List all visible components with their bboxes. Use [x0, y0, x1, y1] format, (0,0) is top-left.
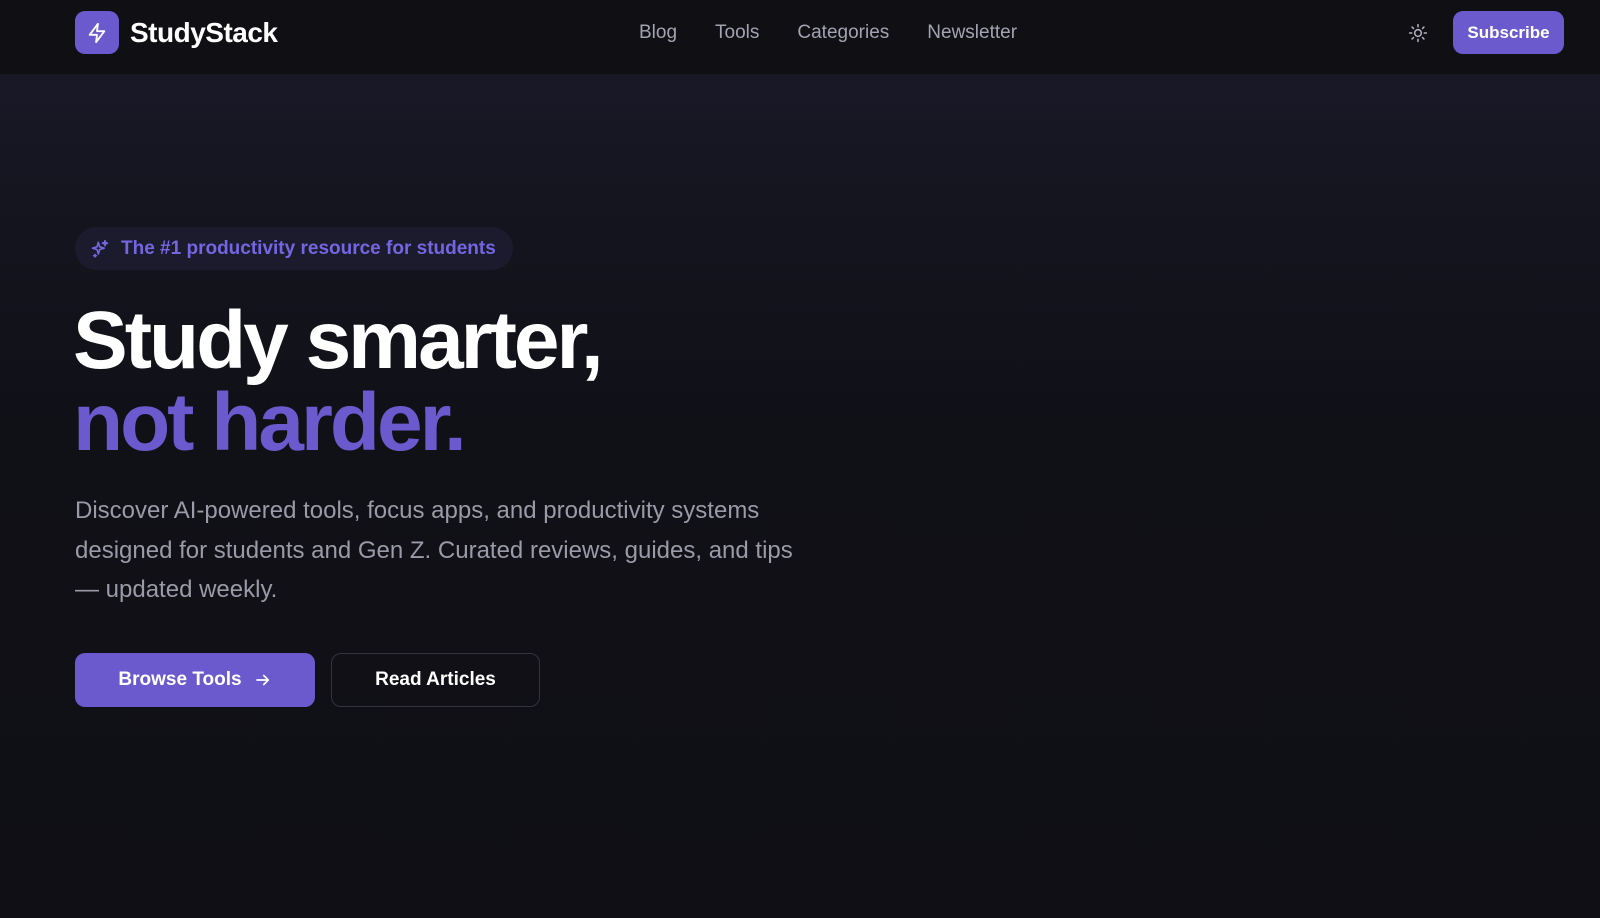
hero-badge: The #1 productivity resource for student…: [75, 227, 513, 270]
subscribe-button[interactable]: Subscribe: [1453, 11, 1564, 54]
nav-link-blog[interactable]: Blog: [639, 20, 677, 45]
hero-headline-line2: not harder.: [73, 377, 467, 468]
site-header: StudyStack Blog Tools Categories Newslet…: [0, 0, 1600, 75]
sun-icon[interactable]: [1405, 20, 1431, 46]
nav-link-categories[interactable]: Categories: [797, 20, 889, 45]
browse-tools-button[interactable]: Browse Tools: [75, 653, 315, 707]
nav-link-newsletter[interactable]: Newsletter: [927, 20, 1017, 45]
lightning-bolt-icon: [75, 11, 119, 54]
brand-name: StudyStack: [130, 16, 278, 48]
hero-headline-line1: Study smarter,: [73, 295, 604, 386]
nav-link-tools[interactable]: Tools: [715, 20, 759, 45]
page: StudyStack Blog Tools Categories Newslet…: [0, 0, 1600, 918]
main-nav: Blog Tools Categories Newsletter: [639, 20, 1017, 45]
read-articles-button[interactable]: Read Articles: [331, 653, 540, 707]
hero-badge-text: The #1 productivity resource for student…: [121, 237, 496, 259]
hero-description: Discover AI-powered tools, focus apps, a…: [75, 497, 793, 603]
sparkles-icon: [90, 239, 110, 259]
hero-headline: Study smarter, not harder.: [73, 295, 604, 468]
arrow-right-icon: [254, 671, 272, 689]
brand-logo-link[interactable]: StudyStack: [75, 11, 278, 54]
browse-tools-label: Browse Tools: [118, 669, 242, 690]
